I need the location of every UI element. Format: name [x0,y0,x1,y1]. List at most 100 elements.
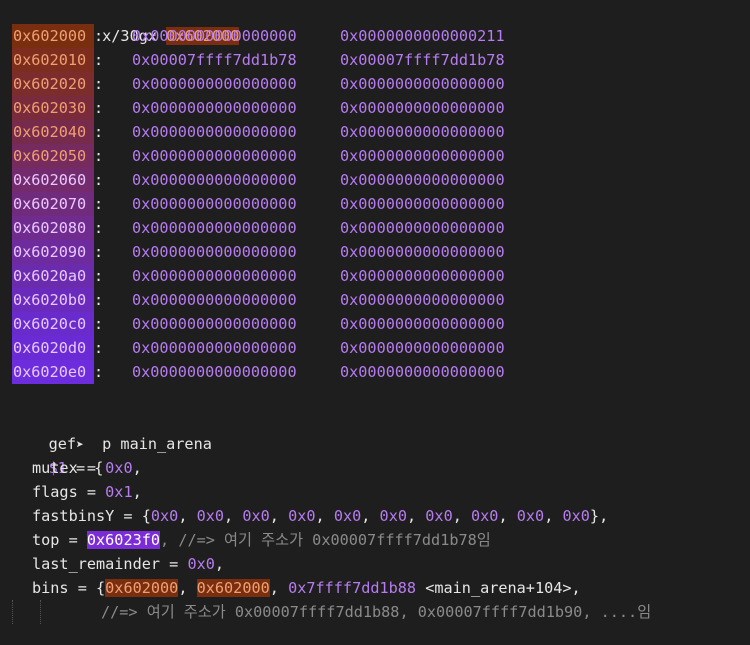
memory-value-1: 0x0000000000000000 [132,195,297,213]
memory-value-1: 0x00007ffff7dd1b78 [132,51,297,69]
memory-value-1: 0x0000000000000000 [132,219,297,237]
field-last-remainder: last_remainder = 0x0, [32,555,225,573]
fastbins-close: }, [589,507,609,525]
memory-row: 0x602070: 0x0000000000000000 0x00000000000… [12,192,750,216]
field-value: 0x0 [187,555,215,573]
colon-separator: : [94,267,104,285]
memory-value-2: 0x0000000000000000 [340,339,505,357]
fastbin-value: 0x0 [425,507,453,525]
bins-comment-line: //=> 여기 주소가 0x00007ffff7dd1b88, 0x00007f… [12,600,750,624]
top-value-highlight: 0x6023f0 [86,531,161,549]
field-top: top = 0x6023f0, //=> 여기 주소가 0x00007ffff7… [12,528,750,552]
colon-separator: : [94,27,104,45]
memory-value-2: 0x0000000000000000 [340,243,505,261]
memory-address: 0x602060 [12,168,94,192]
memory-row: 0x602010: 0x00007ffff7dd1b78 0x00007ffff7d… [12,48,750,72]
memory-address: 0x602070 [12,192,94,216]
colon-separator: : [94,99,104,117]
indent-guide [40,600,42,624]
memory-row: 0x602050: 0x0000000000000000 0x00000000000… [12,144,750,168]
memory-row: 0x602040: 0x0000000000000000 0x00000000000… [12,120,750,144]
memory-value-1: 0x0000000000000000 [132,75,297,93]
memory-address: 0x602000 [12,24,94,48]
memory-value-2: 0x0000000000000000 [340,267,505,285]
field-label: top = [32,531,87,549]
memory-value-2: 0x0000000000000000 [340,171,505,189]
memory-row: 0x6020c0: 0x0000000000000000 0x00000000000… [12,312,750,336]
memory-address: 0x602030 [12,96,94,120]
fastbin-value: 0x0 [242,507,270,525]
memory-address: 0x602040 [12,120,94,144]
memory-value-2: 0x0000000000000000 [340,315,505,333]
memory-address: 0x602050 [12,144,94,168]
fastbin-value: 0x0 [562,507,590,525]
memory-row: 0x6020d0: 0x0000000000000000 0x00000000000… [12,336,750,360]
memory-value-2: 0x0000000000000000 [340,363,505,381]
memory-value-1: 0x0000000000000000 [132,267,297,285]
memory-value-2: 0x0000000000000211 [340,27,505,45]
memory-row: 0x6020b0: 0x0000000000000000 0x00000000000… [12,288,750,312]
memory-row: 0x602000: 0x0000000000000000 0x00000000000… [12,24,750,48]
memory-value-1: 0x0000000000000000 [132,315,297,333]
bins-symbol: <main_arena+104>, [416,579,581,597]
field-fastbins: fastbinsY = {0x0, 0x0, 0x0, 0x0, 0x0, 0x… [12,504,750,528]
bins-comment: //=> 여기 주소가 0x00007ffff7dd1b88, 0x00007f… [101,603,652,621]
field-label: last_remainder = [32,555,188,573]
field-mutex: mutex = 0x0, [32,459,142,477]
command-line-1: gef➤ x/30gx 0x602000 [12,0,750,45]
colon-separator: : [94,147,104,165]
bins-value-2: 0x602000 [196,579,270,597]
field-value: 0x1 [105,483,133,501]
memory-row: 0x602080: 0x0000000000000000 0x00000000000… [12,216,750,240]
colon-separator: : [94,219,104,237]
memory-value-2: 0x0000000000000000 [340,195,505,213]
memory-row: 0x602090: 0x0000000000000000 0x00000000000… [12,240,750,264]
colon-separator: : [94,195,104,213]
colon-separator: : [94,315,104,333]
memory-value-2: 0x0000000000000000 [340,123,505,141]
memory-row: 0x602060: 0x0000000000000000 0x00000000000… [12,168,750,192]
colon-separator: : [94,51,104,69]
memory-value-2: 0x0000000000000000 [340,291,505,309]
indent-guide [12,600,14,624]
memory-address: 0x602010 [12,48,94,72]
memory-address: 0x6020b0 [12,288,94,312]
command-line-2: gef➤ p main_arena [12,408,750,453]
fastbin-value: 0x0 [471,507,499,525]
colon-separator: : [94,363,104,381]
field-label: fastbinsY = { [32,507,151,525]
memory-value-1: 0x0000000000000000 [132,291,297,309]
fastbin-value: 0x0 [379,507,407,525]
memory-address: 0x602090 [12,240,94,264]
memory-value-1: 0x0000000000000000 [132,171,297,189]
memory-address: 0x602020 [12,72,94,96]
memory-row: 0x602020: 0x0000000000000000 0x00000000000… [12,72,750,96]
memory-address: 0x6020d0 [12,336,94,360]
memory-value-1: 0x0000000000000000 [132,339,297,357]
memory-row: 0x602030: 0x0000000000000000 0x00000000000… [12,96,750,120]
fastbin-value: 0x0 [516,507,545,525]
memory-address: 0x602080 [12,216,94,240]
memory-value-2: 0x0000000000000000 [340,75,505,93]
memory-value-2: 0x0000000000000000 [340,147,505,165]
colon-separator: : [94,75,104,93]
colon-separator: : [94,291,104,309]
colon-separator: : [94,243,104,261]
memory-value-1: 0x0000000000000000 [132,363,297,381]
field-flags: flags = 0x1, [32,483,142,501]
field-value: 0x0 [105,459,133,477]
fastbin-value: 0x0 [333,507,362,525]
print-result-header: $1 = { [12,432,750,477]
field-label: mutex = [32,459,106,477]
bins-value-3: 0x7ffff7dd1b88 [288,579,417,597]
memory-value-1: 0x0000000000000000 [132,147,297,165]
memory-value-2: 0x0000000000000000 [340,219,505,237]
field-label: bins = { [32,579,106,597]
bins-value-1: 0x602000 [105,579,179,597]
memory-value-1: 0x0000000000000000 [132,27,297,45]
memory-value-1: 0x0000000000000000 [132,123,297,141]
colon-separator: : [94,123,104,141]
fastbin-value: 0x0 [288,507,316,525]
memory-value-2: 0x00007ffff7dd1b78 [340,51,505,69]
